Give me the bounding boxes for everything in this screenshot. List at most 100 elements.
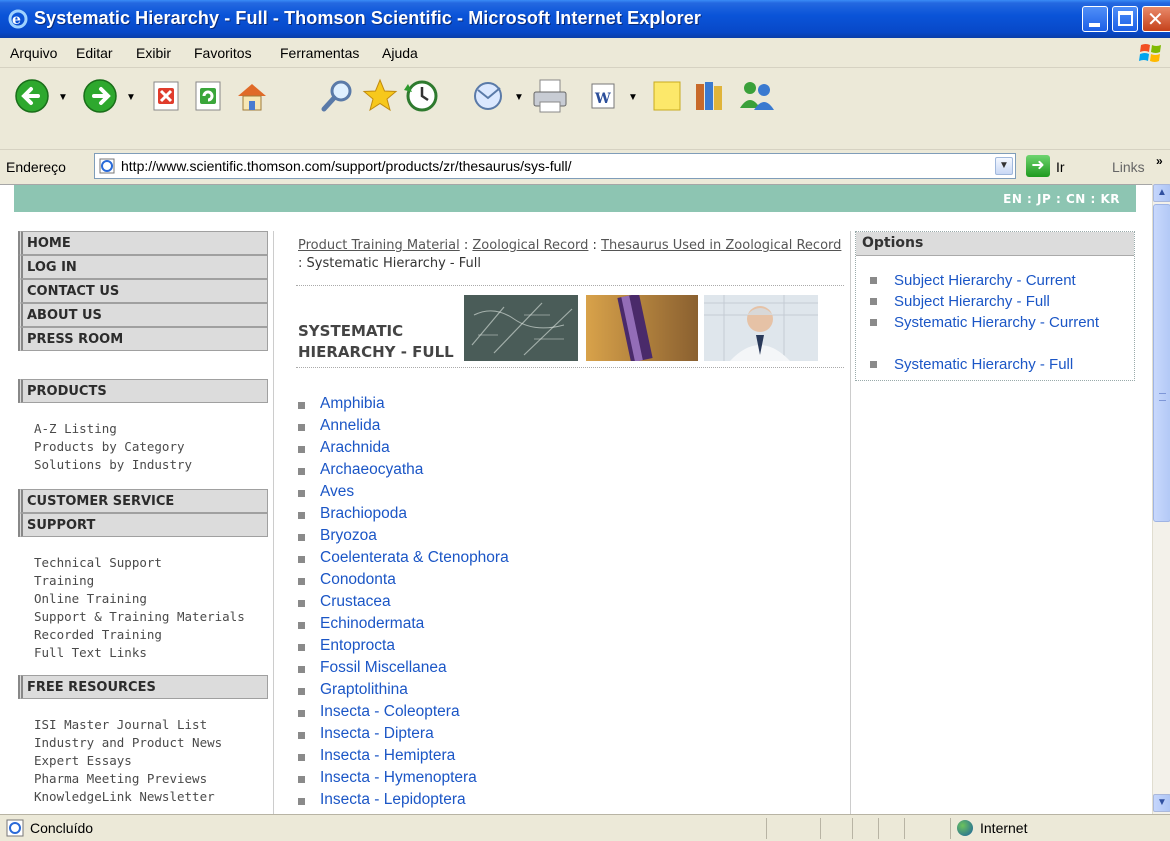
link-pharma-meeting-previews[interactable]: Pharma Meeting Previews	[34, 771, 207, 786]
research-icon[interactable]	[690, 76, 730, 116]
scroll-thumb[interactable]	[1153, 204, 1170, 522]
menu-editar[interactable]: Editar	[76, 45, 113, 61]
vertical-scrollbar[interactable]: ▲ ▼	[1152, 184, 1170, 814]
bullet-icon	[298, 578, 305, 585]
address-label: Endereço	[6, 159, 66, 175]
breadcrumb-link[interactable]: Thesaurus Used in Zoological Record	[601, 238, 841, 253]
refresh-icon[interactable]	[188, 76, 228, 116]
browser-window: e Systematic Hierarchy - Full - Thomson …	[0, 0, 1170, 841]
address-dropdown-icon[interactable]: ▼	[995, 157, 1013, 175]
bullet-icon	[298, 644, 305, 651]
address-url: http://www.scientific.thomson.com/suppor…	[121, 158, 572, 174]
menu-ajuda[interactable]: Ajuda	[382, 45, 418, 61]
link-expert-essays[interactable]: Expert Essays	[34, 753, 132, 768]
bullet-icon	[298, 512, 305, 519]
nav-home[interactable]: HOME	[18, 231, 268, 255]
close-icon: ✕	[1147, 7, 1164, 31]
print-icon[interactable]	[530, 76, 570, 116]
status-bar: Concluído Internet	[0, 814, 1170, 841]
nav-press-room[interactable]: PRESS ROOM	[18, 327, 268, 351]
link-knowledgelink-newsletter[interactable]: KnowledgeLink Newsletter	[34, 789, 215, 804]
link-industry-product-news[interactable]: Industry and Product News	[34, 735, 222, 750]
breadcrumb-separator: :	[459, 238, 473, 253]
bullet-icon	[870, 298, 877, 305]
ie-icon: e	[8, 9, 28, 29]
toolbar: ▼ ▼ ▼ W ▼	[0, 68, 1170, 150]
menu-arquivo[interactable]: Arquivo	[10, 45, 57, 61]
home-icon[interactable]	[232, 76, 272, 116]
back-icon[interactable]	[12, 76, 52, 116]
forward-dropdown-icon[interactable]: ▼	[126, 92, 136, 103]
go-button[interactable]: ➜	[1026, 155, 1050, 177]
bullet-icon	[298, 446, 305, 453]
menu-favoritos[interactable]: Favoritos	[194, 45, 252, 61]
links-label[interactable]: Links	[1112, 159, 1145, 175]
stop-icon[interactable]	[146, 76, 186, 116]
nav-customer-service[interactable]: CUSTOMER SERVICE	[18, 489, 268, 513]
link-products-by-category[interactable]: Products by Category	[34, 439, 185, 454]
bullet-icon	[298, 534, 305, 541]
options-panel: Options Subject Hierarchy - Current Subj…	[855, 231, 1135, 381]
nav-about-us[interactable]: ABOUT US	[18, 303, 268, 327]
breadcrumb-separator: :	[298, 256, 307, 271]
favorites-icon[interactable]	[360, 76, 400, 116]
address-bar: Endereço http://www.scientific.thomson.c…	[0, 150, 1170, 184]
bullet-icon	[298, 798, 305, 805]
forward-icon[interactable]	[80, 76, 120, 116]
close-button[interactable]: ✕	[1142, 6, 1170, 32]
chevron-up-icon: ▲	[1157, 187, 1167, 198]
page-icon	[99, 158, 115, 174]
minimize-button[interactable]	[1082, 6, 1108, 32]
mail-icon[interactable]	[470, 76, 510, 116]
scroll-up-button[interactable]: ▲	[1153, 184, 1170, 202]
status-divider	[904, 818, 905, 839]
language-links[interactable]: EN : JP : CN : KR	[1003, 192, 1120, 206]
title-bar[interactable]: e Systematic Hierarchy - Full - Thomson …	[0, 0, 1170, 38]
nav-contact-us[interactable]: CONTACT US	[18, 279, 268, 303]
mail-dropdown-icon[interactable]: ▼	[514, 92, 524, 103]
status-divider	[820, 818, 821, 839]
divider	[296, 367, 844, 368]
link-online-training[interactable]: Online Training	[34, 591, 147, 606]
history-icon[interactable]	[402, 76, 442, 116]
maximize-button[interactable]	[1112, 6, 1138, 32]
window-title: Systematic Hierarchy - Full - Thomson Sc…	[34, 8, 701, 28]
edit-dropdown-icon[interactable]: ▼	[628, 92, 638, 103]
bullet-icon	[298, 776, 305, 783]
address-input[interactable]: http://www.scientific.thomson.com/suppor…	[94, 153, 1016, 179]
nav-log-in[interactable]: LOG IN	[18, 255, 268, 279]
link-solutions-by-industry[interactable]: Solutions by Industry	[34, 457, 192, 472]
go-label[interactable]: Ir	[1056, 159, 1065, 175]
go-arrow-icon: ➜	[1031, 157, 1045, 174]
breadcrumb-link[interactable]: Product Training Material	[298, 238, 460, 253]
banner-image-scientist	[704, 295, 818, 361]
link-technical-support[interactable]: Technical Support	[34, 555, 162, 570]
discuss-icon[interactable]	[648, 76, 688, 116]
link-support-training-materials[interactable]: Support & Training Materials	[34, 609, 245, 624]
breadcrumb: Product Training Material : Zoological R…	[298, 237, 844, 273]
menu-ferramentas[interactable]: Ferramentas	[280, 45, 359, 61]
link-isi-master-journal-list[interactable]: ISI Master Journal List	[34, 717, 207, 732]
scroll-down-button[interactable]: ▼	[1153, 794, 1170, 812]
menu-exibir[interactable]: Exibir	[136, 45, 171, 61]
bullet-icon	[298, 666, 305, 673]
edit-icon[interactable]: W	[582, 76, 622, 116]
nav-products[interactable]: PRODUCTS	[18, 379, 268, 403]
search-icon[interactable]	[318, 76, 358, 116]
links-chevron-icon[interactable]: »	[1156, 154, 1163, 168]
breadcrumb-separator: :	[588, 238, 602, 253]
link-recorded-training[interactable]: Recorded Training	[34, 627, 162, 642]
bullet-icon	[298, 468, 305, 475]
svg-text:e: e	[12, 12, 21, 28]
language-strip: EN : JP : CN : KR	[14, 185, 1136, 212]
messenger-icon[interactable]	[736, 76, 776, 116]
windows-logo-icon	[1139, 44, 1161, 62]
page-title-line: SYSTEMATIC	[298, 322, 404, 340]
link-a-z-listing[interactable]: A-Z Listing	[34, 421, 117, 436]
link-training[interactable]: Training	[34, 573, 94, 588]
nav-free-resources[interactable]: FREE RESOURCES	[18, 675, 268, 699]
nav-support[interactable]: SUPPORT	[18, 513, 268, 537]
back-dropdown-icon[interactable]: ▼	[58, 92, 68, 103]
breadcrumb-link[interactable]: Zoological Record	[472, 238, 588, 253]
link-full-text-links[interactable]: Full Text Links	[34, 645, 147, 660]
